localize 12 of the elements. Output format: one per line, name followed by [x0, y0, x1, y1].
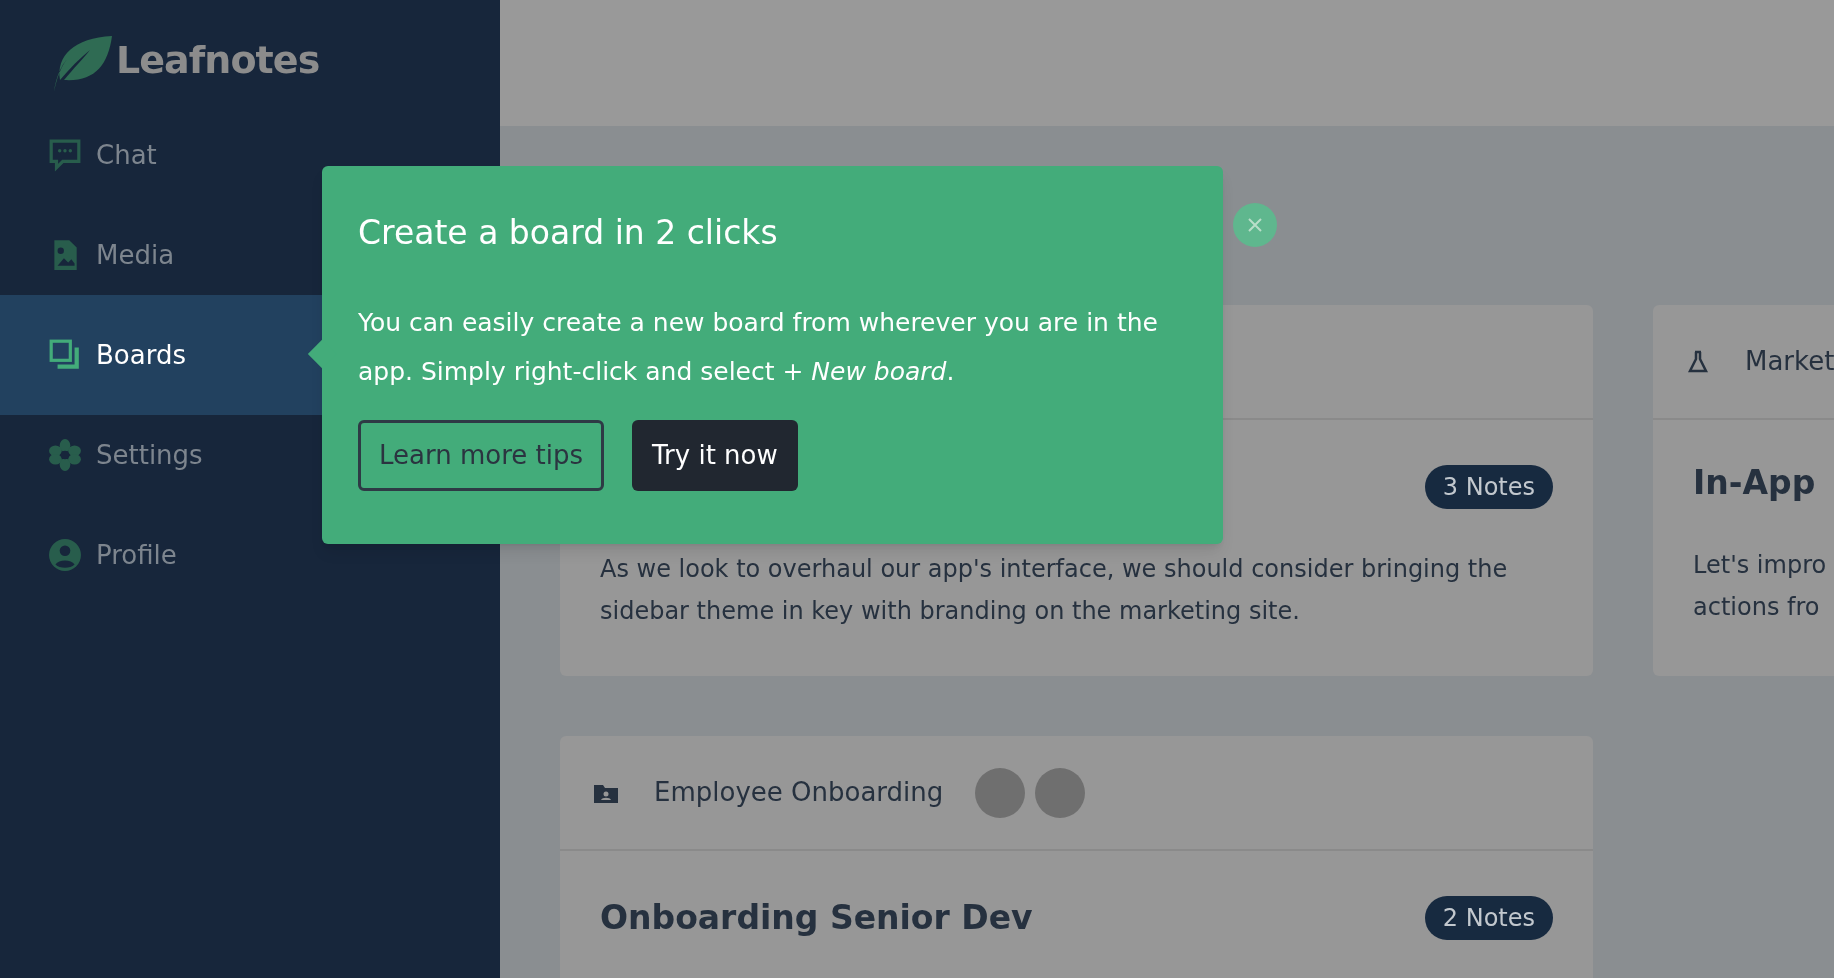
- board-title: In-App: [1693, 462, 1816, 505]
- board-category: Market: [1745, 345, 1834, 378]
- board-description-line: actions fro: [1693, 592, 1821, 623]
- board-description-line: Let's impro: [1693, 550, 1828, 581]
- notes-count-badge: 2 Notes: [1424, 896, 1553, 940]
- notes-count-badge: 3 Notes: [1424, 465, 1553, 509]
- board-category: Employee Onboarding: [654, 776, 944, 809]
- board-title: Onboarding Senior Dev: [600, 897, 1033, 940]
- board-description-line: As we look to overhaul our app's interface, we should consider bringing the: [600, 554, 1509, 585]
- logo-text: Leafnotes: [116, 37, 320, 84]
- board-description-line: sidebar theme in key with branding on the marketing site.: [600, 596, 1301, 627]
- popover-title: Create a board in 2 clicks: [358, 212, 779, 254]
